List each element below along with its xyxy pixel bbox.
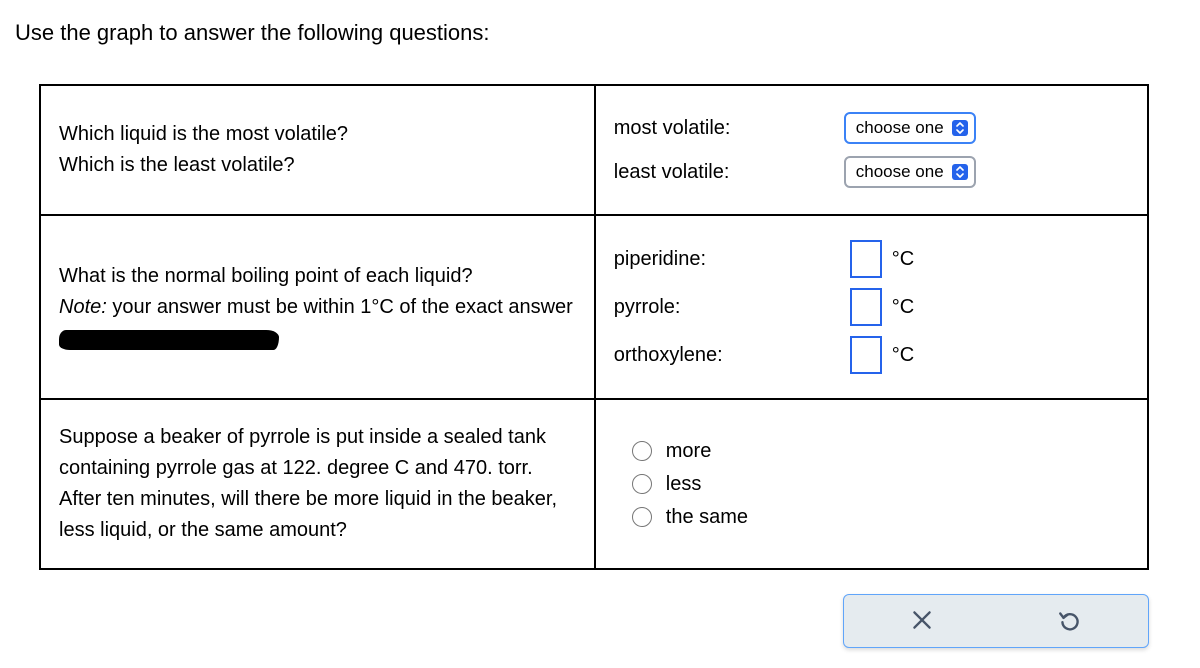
table-row: Suppose a beaker of pyrrole is put insid… <box>40 399 1148 569</box>
chevron-updown-icon <box>952 164 968 180</box>
label-piperidine: piperidine: <box>614 248 844 271</box>
question-line: Which is the least volatile? <box>59 150 576 181</box>
radio-row-less: less <box>632 473 1129 496</box>
question-line: What is the normal boiling point of each… <box>59 261 576 292</box>
answer-row-orthoxylene: orthoxylene: °C <box>614 336 1129 374</box>
select-least-volatile[interactable]: choose one <box>844 156 976 188</box>
question-cell-volatility: Which liquid is the most volatile? Which… <box>40 85 595 215</box>
unit-celsius: °C <box>892 296 914 319</box>
clear-button[interactable] <box>848 599 996 643</box>
select-text: choose one <box>856 162 944 182</box>
question-text: Suppose a beaker of pyrrole is put insid… <box>59 422 576 546</box>
radio-same[interactable] <box>632 507 652 527</box>
redaction-mark <box>59 330 279 350</box>
select-most-volatile[interactable]: choose one <box>844 112 976 144</box>
answer-row-piperidine: piperidine: °C <box>614 240 1129 278</box>
select-text: choose one <box>856 118 944 138</box>
question-cell-beaker: Suppose a beaker of pyrrole is put insid… <box>40 399 595 569</box>
input-pyrrole[interactable] <box>850 288 882 326</box>
unit-celsius: °C <box>892 344 914 367</box>
radio-label-more: more <box>666 440 712 463</box>
note-prefix: Note: <box>59 296 107 318</box>
page-title: Use the graph to answer the following qu… <box>15 20 1185 46</box>
radio-label-less: less <box>666 473 702 496</box>
table-row: Which liquid is the most volatile? Which… <box>40 85 1148 215</box>
question-note: Note: your answer must be within 1°C of … <box>59 292 576 354</box>
question-text: What is the normal boiling point of each… <box>59 261 576 354</box>
chevron-updown-icon <box>952 120 968 136</box>
label-most-volatile: most volatile: <box>614 117 844 140</box>
radio-row-same: the same <box>632 506 1129 529</box>
unit-celsius: °C <box>892 248 914 271</box>
radio-more[interactable] <box>632 441 652 461</box>
answer-cell-volatility: most volatile: choose one least volatile… <box>595 85 1148 215</box>
reset-button[interactable] <box>996 599 1144 643</box>
answer-cell-boiling: piperidine: °C pyrrole: °C orthoxylene: … <box>595 215 1148 399</box>
label-orthoxylene: orthoxylene: <box>614 344 844 367</box>
radio-less[interactable] <box>632 474 652 494</box>
question-text: Which liquid is the most volatile? Which… <box>59 119 576 181</box>
label-pyrrole: pyrrole: <box>614 296 844 319</box>
question-cell-boiling: What is the normal boiling point of each… <box>40 215 595 399</box>
answer-row-most-volatile: most volatile: choose one <box>614 112 1129 144</box>
button-bar <box>843 594 1149 648</box>
input-piperidine[interactable] <box>850 240 882 278</box>
undo-icon <box>1057 607 1083 636</box>
answer-cell-beaker: more less the same <box>595 399 1148 569</box>
radio-row-more: more <box>632 440 1129 463</box>
answer-row-pyrrole: pyrrole: °C <box>614 288 1129 326</box>
radio-label-same: the same <box>666 506 748 529</box>
table-row: What is the normal boiling point of each… <box>40 215 1148 399</box>
note-rest: your answer must be within 1°C of the ex… <box>107 296 573 318</box>
close-icon <box>909 607 935 636</box>
question-line: Which liquid is the most volatile? <box>59 119 576 150</box>
label-least-volatile: least volatile: <box>614 161 844 184</box>
footer-toolbar <box>39 594 1149 648</box>
question-table: Which liquid is the most volatile? Which… <box>39 84 1149 570</box>
input-orthoxylene[interactable] <box>850 336 882 374</box>
answer-row-least-volatile: least volatile: choose one <box>614 156 1129 188</box>
